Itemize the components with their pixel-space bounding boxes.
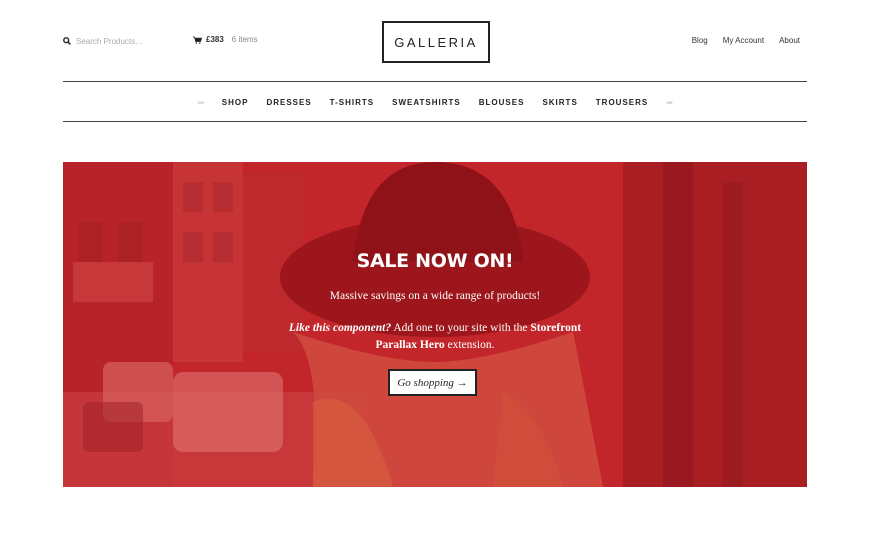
nav-item-trousers[interactable]: TROUSERS	[596, 98, 648, 107]
nav-item-skirts[interactable]: SKIRTS	[542, 98, 577, 107]
cart-summary[interactable]: £383 6 items	[193, 35, 258, 44]
hero-title: SALE NOW ON!	[356, 250, 514, 272]
hero-banner: SALE NOW ON! Massive savings on a wide r…	[63, 162, 807, 487]
nav-gift-left[interactable]: Gift	[198, 100, 204, 105]
nav-gift-right[interactable]: Gift	[666, 100, 672, 105]
site-logo[interactable]: GALLERIA	[382, 21, 490, 63]
promo-end: extension.	[444, 339, 495, 351]
nav-item-dresses[interactable]: DRESSES	[266, 98, 311, 107]
nav-item-sweatshirts[interactable]: SWEATSHIRTS	[392, 98, 461, 107]
hero-content: SALE NOW ON! Massive savings on a wide r…	[63, 162, 807, 487]
cart-icon	[193, 36, 202, 44]
nav-divider	[63, 121, 807, 122]
primary-nav: Gift SHOP DRESSES T-SHIRTS SWEATSHIRTS B…	[63, 96, 807, 108]
promo-mid: Add one to your site with the	[391, 322, 531, 334]
go-shopping-button[interactable]: Go shopping →	[388, 369, 477, 396]
search-icon[interactable]	[63, 37, 71, 45]
secondary-nav: Blog My Account About	[692, 36, 800, 45]
header: £383 6 items GALLERIA Blog My Account Ab…	[63, 0, 807, 82]
cart-amount: £383	[206, 35, 224, 44]
my-account-link[interactable]: My Account	[723, 36, 764, 45]
hero-promo-text: Like this component? Add one to your sit…	[285, 320, 585, 354]
promo-italic: Like this component?	[288, 322, 392, 334]
nav-item-t-shirts[interactable]: T-SHIRTS	[330, 98, 374, 107]
hero-subtitle: Massive savings on a wide range of produ…	[329, 290, 541, 302]
about-link[interactable]: About	[779, 36, 800, 45]
nav-item-shop[interactable]: SHOP	[222, 98, 249, 107]
nav-item-blouses[interactable]: BLOUSES	[479, 98, 525, 107]
cart-item-count: 6 items	[231, 35, 258, 44]
blog-link[interactable]: Blog	[692, 36, 708, 45]
search-input[interactable]	[76, 36, 176, 46]
search-form[interactable]	[63, 35, 176, 47]
header-divider	[63, 81, 807, 82]
